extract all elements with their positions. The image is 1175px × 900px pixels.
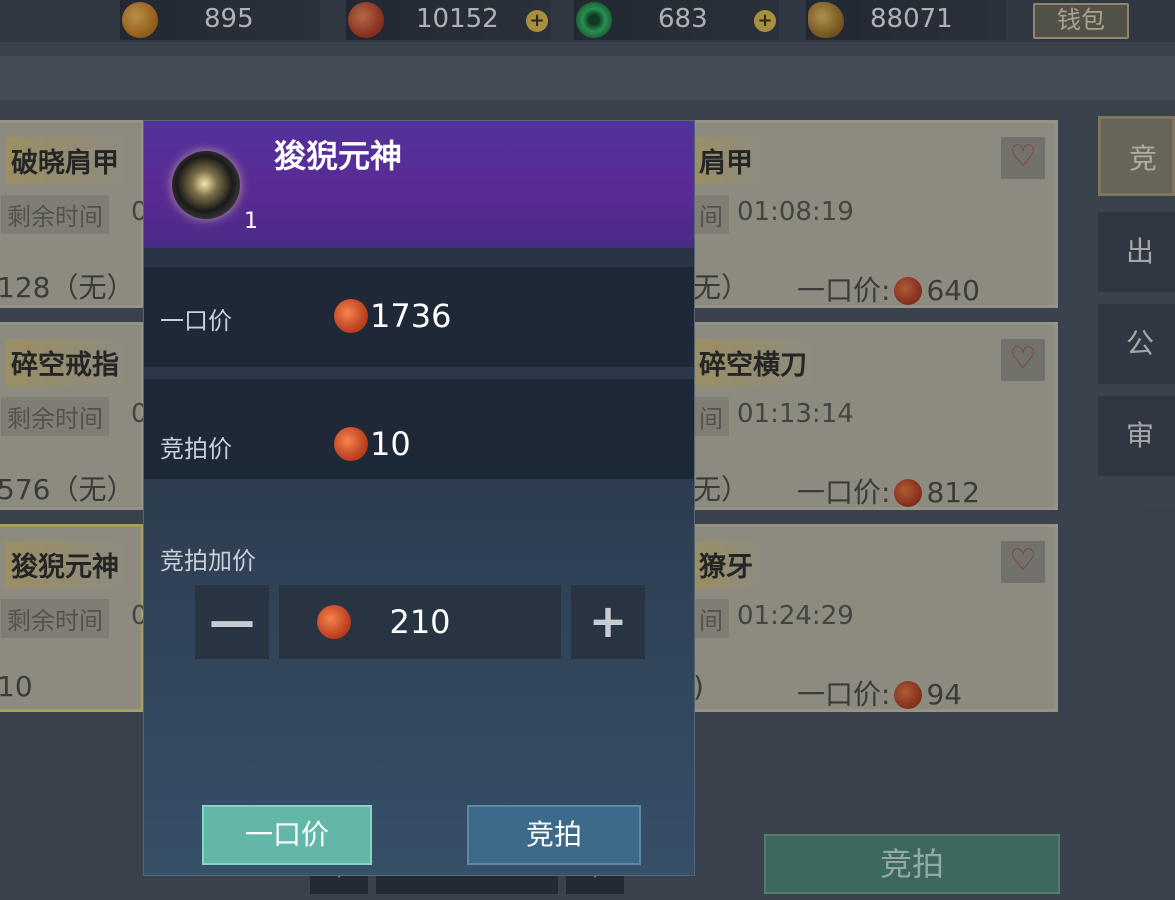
bid-price-label: 竞拍价: [160, 435, 232, 463]
card-remaining-label: 剩余时间: [1, 599, 109, 638]
add-red-coin-button[interactable]: +: [526, 10, 548, 32]
gold-ingot-icon: [122, 2, 158, 38]
card-price: 10: [0, 670, 33, 703]
currency-gold-value: 895: [204, 4, 254, 34]
card-buyout-value: 94: [926, 678, 963, 711]
red-coin-icon: [317, 605, 351, 639]
red-coin-icon: [334, 299, 368, 333]
card-buyout-value: 812: [926, 476, 980, 509]
card-price: 无）: [693, 271, 750, 304]
auction-card[interactable]: 獠牙 间 01:24:29 ) 一口价: 94 ♡: [660, 524, 1058, 712]
increase-button[interactable]: +: [571, 585, 645, 659]
card-buyout-label: 一口价:: [797, 476, 891, 509]
decrease-button[interactable]: —: [195, 585, 269, 659]
red-coin-icon: [334, 427, 368, 461]
add-jade-button[interactable]: +: [754, 10, 776, 32]
increment-input[interactable]: 210: [279, 585, 561, 659]
card-price: 576（无）: [0, 473, 135, 506]
auction-card[interactable]: 碎空戒指 剩余时间 0 576（无）: [0, 322, 148, 510]
currency-shell: 88071: [806, 0, 1006, 40]
card-item-name: 碎空戒指: [5, 339, 125, 386]
bid-popup: 1 狻猊元神 一口价 1736 竞拍价 10 竞拍加价 — 210 + 一口价 …: [143, 120, 695, 876]
red-coin-icon: [894, 479, 923, 507]
auction-card-selected[interactable]: 狻猊元神 剩余时间 0 10: [0, 524, 148, 712]
increment-value: 210: [389, 603, 451, 641]
card-item-name: 碎空横刀: [693, 339, 813, 386]
currency-bar: 895 10152 + 683 + 88071 钱包: [0, 0, 1175, 42]
card-item-name: 破晓肩甲: [5, 137, 125, 184]
auction-card[interactable]: 破晓肩甲 剩余时间 0 128（无）: [0, 120, 148, 308]
tab-bid[interactable]: 竞拍: [1098, 116, 1175, 196]
tab-sell[interactable]: 出售: [1098, 212, 1175, 292]
bid-price-value: 10: [334, 425, 411, 463]
tab-public[interactable]: 公示: [1098, 304, 1175, 384]
buyout-amount: 1736: [370, 297, 452, 335]
currency-jade: 683 +: [574, 0, 779, 40]
card-buyout: 一口价: 94: [797, 673, 962, 713]
buyout-value: 1736: [334, 297, 451, 335]
tab-review[interactable]: 审核: [1098, 396, 1175, 476]
sub-header-bar: [0, 56, 1175, 100]
bid-button[interactable]: 竞拍: [467, 805, 641, 865]
card-remaining-label: 间: [693, 599, 729, 638]
card-buyout-value: 640: [926, 274, 980, 307]
card-buyout-label: 一口价:: [797, 678, 891, 711]
red-coin-icon: [348, 2, 384, 38]
buyout-button[interactable]: 一口价: [202, 805, 372, 865]
card-item-name: 獠牙: [693, 541, 759, 588]
card-price: 无）: [693, 473, 750, 506]
item-count: 1: [244, 209, 258, 234]
currency-red-coin-value: 10152: [416, 4, 499, 34]
red-coin-icon: [894, 681, 923, 709]
card-buyout: 一口价: 812: [797, 471, 980, 511]
card-remaining-label: 间: [693, 195, 729, 234]
card-item-name: 狻猊元神: [5, 541, 125, 588]
currency-shell-value: 88071: [870, 4, 953, 34]
card-item-name: 肩甲: [693, 137, 759, 184]
card-remaining-label: 剩余时间: [1, 397, 109, 436]
buyout-label: 一口价: [160, 307, 232, 335]
item-orb-icon: [172, 151, 240, 219]
buyout-row: 一口价 1736: [144, 267, 694, 367]
favorite-heart-icon[interactable]: ♡: [1001, 339, 1045, 381]
bid-button-background[interactable]: 竞拍: [764, 834, 1060, 894]
bronze-shell-icon: [808, 2, 844, 38]
popup-item-title: 狻猊元神: [274, 137, 403, 175]
wallet-button[interactable]: 钱包: [1033, 3, 1129, 39]
card-time: 01:13:14: [737, 399, 854, 429]
card-time: 01:24:29: [737, 601, 854, 631]
auction-card[interactable]: 肩甲 间 01:08:19 无） 一口价: 640 ♡: [660, 120, 1058, 308]
jade-icon: [576, 2, 612, 38]
currency-jade-value: 683: [658, 4, 708, 34]
card-price: 128（无）: [0, 271, 135, 304]
card-buyout: 一口价: 640: [797, 269, 980, 309]
bid-price-row: 竞拍价 10: [144, 379, 694, 479]
auction-card[interactable]: 碎空横刀 间 01:13:14 无） 一口价: 812 ♡: [660, 322, 1058, 510]
increment-label: 竞拍加价: [160, 547, 256, 575]
popup-header: 1 狻猊元神: [144, 121, 694, 248]
favorite-heart-icon[interactable]: ♡: [1001, 541, 1045, 583]
card-time: 01:08:19: [737, 197, 854, 227]
currency-gold: 895: [120, 0, 320, 40]
card-remaining-label: 剩余时间: [1, 195, 109, 234]
favorite-heart-icon[interactable]: ♡: [1001, 137, 1045, 179]
card-buyout-label: 一口价:: [797, 274, 891, 307]
currency-red-coin: 10152 +: [346, 0, 551, 40]
red-coin-icon: [894, 277, 923, 305]
card-remaining-label: 间: [693, 397, 729, 436]
bid-price-amount: 10: [370, 425, 411, 463]
